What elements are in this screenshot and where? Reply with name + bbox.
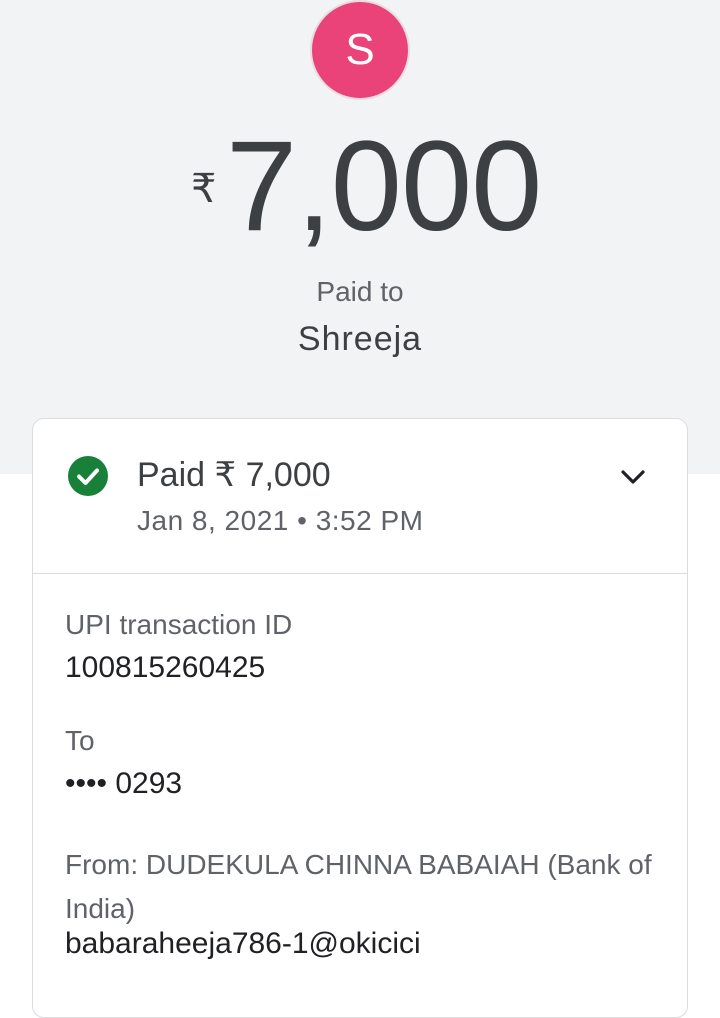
currency-symbol: ₹ [191,167,217,211]
to-label: To [65,725,95,756]
upi-transaction-id-label: UPI transaction ID [65,609,293,640]
transaction-status-header[interactable]: Paid ₹ 7,000 Jan 8, 2021 • 3:52 PM [33,419,687,574]
payment-date-time: Jan 8, 2021 • 3:52 PM [137,505,424,536]
chevron-down-icon[interactable] [615,459,651,495]
amount-display: ₹ 7,000 [0,122,720,252]
to-account-value: •••• 0293 [65,767,183,800]
from-account-label: From: DUDEKULA CHINNA BABAIAH (Bank of I… [65,849,652,924]
payment-summary-header: S ₹ 7,000 Paid to Shreeja [0,0,720,474]
check-circle-icon [68,456,108,496]
transaction-details-card: Paid ₹ 7,000 Jan 8, 2021 • 3:52 PM UPI t… [32,418,688,1018]
from-upi-id-value: babaraheeja786-1@okicici [65,927,421,960]
paid-to-label: Paid to [316,276,404,307]
amount-value: 7,000 [226,115,542,258]
payment-status-title: Paid ₹ 7,000 [137,456,331,494]
payee-name: Shreeja [297,320,423,358]
avatar-initial: S [345,25,375,74]
upi-transaction-id-value: 100815260425 [65,651,266,684]
payee-avatar: S [310,0,410,100]
